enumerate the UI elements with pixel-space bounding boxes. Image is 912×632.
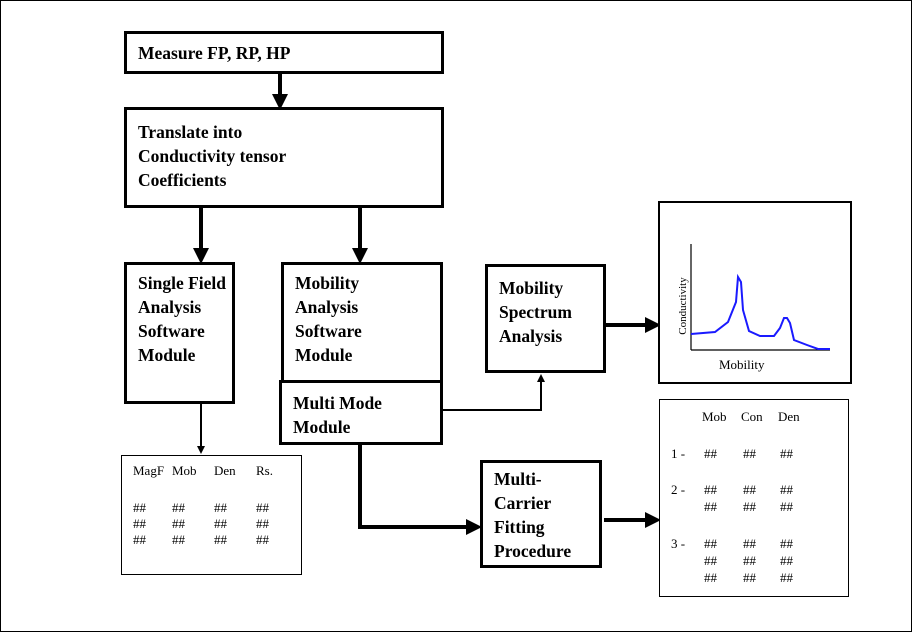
chart-ylabel: Conductivity bbox=[677, 277, 689, 335]
column-header: Rs. bbox=[256, 463, 273, 478]
table-cell: ## bbox=[780, 536, 793, 551]
table-cell: ## bbox=[214, 500, 227, 515]
flow-diagram: Measure FP, RP, HP Translate into Conduc… bbox=[0, 0, 912, 632]
carrier-label: 2 - bbox=[671, 482, 686, 497]
column-header: Den bbox=[778, 409, 800, 424]
table-cell: ## bbox=[704, 570, 717, 585]
table-cell: ## bbox=[780, 482, 793, 497]
table-cell: ## bbox=[256, 532, 269, 547]
column-header: Mob bbox=[172, 463, 197, 478]
table-cell: ## bbox=[743, 482, 756, 497]
carrier-label: 1 - bbox=[671, 446, 686, 461]
table-cell: ## bbox=[780, 499, 793, 514]
table-cell: ## bbox=[704, 499, 717, 514]
table-cell: ## bbox=[256, 500, 269, 515]
table-cell: ## bbox=[780, 570, 793, 585]
table-cell: ## bbox=[780, 553, 793, 568]
table-cell: ## bbox=[704, 446, 717, 461]
carrier-label: 3 - bbox=[671, 536, 686, 551]
chart-xlabel: Mobility bbox=[719, 357, 765, 372]
table-cell: ## bbox=[743, 570, 756, 585]
table-cell: ## bbox=[704, 536, 717, 551]
table-cell: ## bbox=[172, 516, 185, 531]
table-cell: ## bbox=[743, 446, 756, 461]
column-header: Con bbox=[741, 409, 763, 424]
column-header: Mob bbox=[702, 409, 727, 424]
table-cell: ## bbox=[743, 536, 756, 551]
table-cell: ## bbox=[172, 500, 185, 515]
column-header: Den bbox=[214, 463, 236, 478]
table-cell: ## bbox=[214, 532, 227, 547]
column-header: MagF bbox=[133, 463, 165, 478]
table-cell: ## bbox=[172, 532, 185, 547]
multi-carrier-results-table: Mob Con Den 1 - ## ## ## 2 - ## ## ## ## ## ## 3 - ## ##… bbox=[659, 399, 849, 597]
table-cell: ## bbox=[704, 482, 717, 497]
table-cell: ## bbox=[214, 516, 227, 531]
table-cell: ## bbox=[743, 553, 756, 568]
table-cell: ## bbox=[743, 499, 756, 514]
spectrum-curve bbox=[690, 273, 830, 350]
table-cell: ## bbox=[133, 532, 146, 547]
table-cell: ## bbox=[256, 516, 269, 531]
table-cell: ## bbox=[780, 446, 793, 461]
table-cell: ## bbox=[133, 516, 146, 531]
table-cell: ## bbox=[704, 553, 717, 568]
single-field-results-table: MagF Mob Den Rs. ## ## ## ## ## ## ## ## ## ## ## ## bbox=[121, 455, 302, 575]
table-cell: ## bbox=[133, 500, 146, 515]
